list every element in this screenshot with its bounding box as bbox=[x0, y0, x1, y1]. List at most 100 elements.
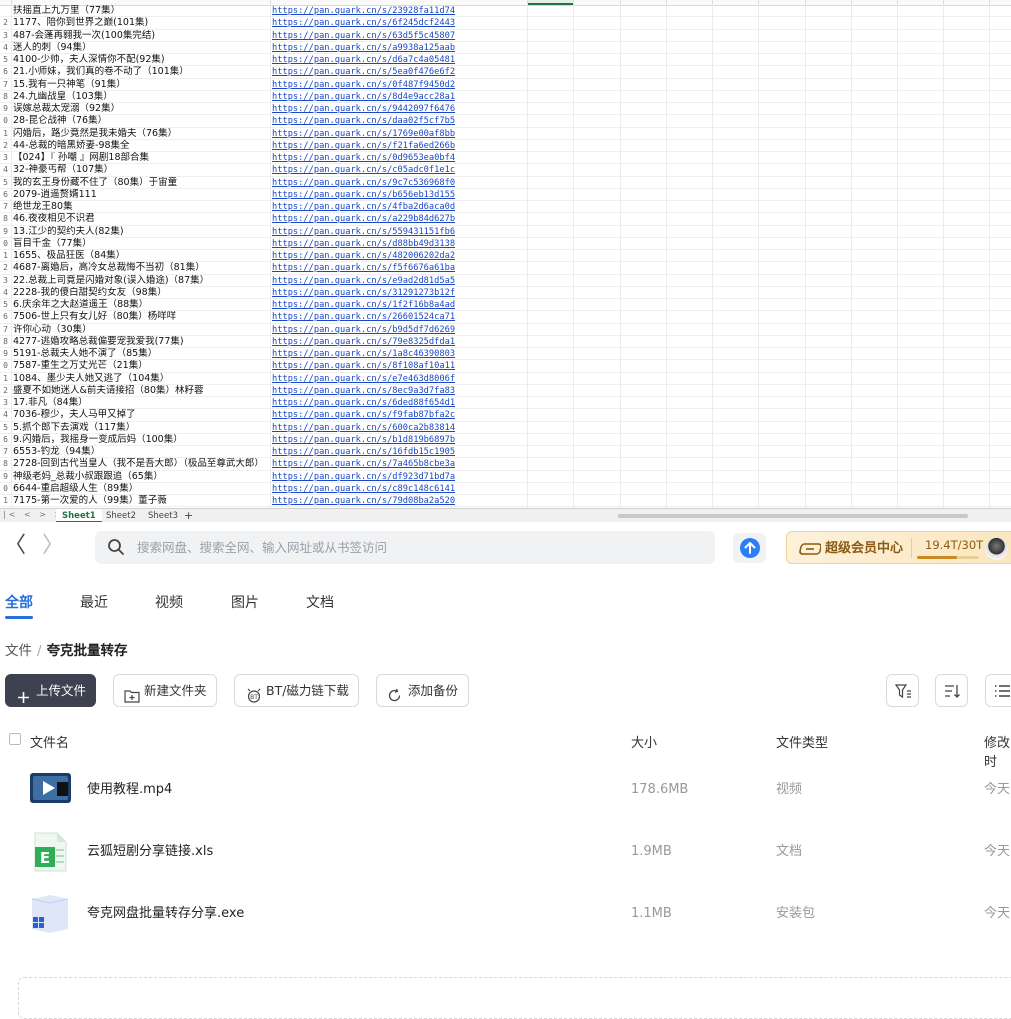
video-icon bbox=[30, 772, 72, 808]
file-size: 178.6MB bbox=[631, 782, 689, 797]
upload-file-label: 上传文件 bbox=[36, 683, 87, 698]
sheet-row[interactable]: 4 2228-我的傻白甜契约女友（98集） https://pan.quark.cn… bbox=[0, 287, 1011, 299]
sheet-row[interactable]: 9 5191-总裁夫人她不演了（85集） https://pan.quark.cn/… bbox=[0, 348, 1011, 361]
sheet-row[interactable]: 0 盲目千金（77集） https://pan.quark.cn/s/d88bb49… bbox=[0, 238, 1011, 250]
filter-button[interactable] bbox=[886, 674, 919, 707]
sheet-row[interactable]: 0 7587-重生之万丈光芒（21集） https://pan.quark.cn/s… bbox=[0, 360, 1011, 373]
sheet-row[interactable]: 2 4687-离婚后，高冷女总裁悔不当初（81集） https://pan.quar… bbox=[0, 262, 1011, 275]
sheet-row[interactable]: 8 4277-逃婚攻略总裁偏要宠我爱我(77集) https://pan.quark… bbox=[0, 336, 1011, 348]
tab-image[interactable]: 图片 bbox=[231, 592, 259, 612]
search-icon bbox=[107, 538, 125, 560]
sort-icon bbox=[944, 684, 961, 703]
excel-icon: E bbox=[33, 832, 67, 876]
tab-video[interactable]: 视频 bbox=[155, 592, 183, 612]
add-backup-label: 添加备份 bbox=[408, 683, 459, 698]
sheet-row[interactable]: 1 7175-第一次爱的人（99集）董子薇 https://pan.quark.cn… bbox=[0, 495, 1011, 508]
sheet-row[interactable]: 8 46.夜夜相见不识君 https://pan.quark.cn/s/a229b8… bbox=[0, 213, 1011, 226]
sheet-row[interactable]: 6 21.小师妹，我们真的卷不动了（101集） https://pan.quark.… bbox=[0, 66, 1011, 79]
table-row[interactable]: 夸克网盘批量转存分享.exe 1.1MB 安装包 今天 bbox=[0, 883, 1011, 945]
breadcrumb-root[interactable]: 文件 bbox=[5, 643, 32, 659]
sheet-row[interactable]: 扶摇直上九万里（77集） https://pan.quark.cn/s/23928… bbox=[0, 5, 1011, 18]
sheet-row[interactable]: 3 【024】『 孙嘲 』网剧18部合集 https://pan.quark.cn/… bbox=[0, 152, 1011, 165]
add-backup-button[interactable]: 添加备份 bbox=[376, 674, 469, 707]
breadcrumb-current: 夸克批量转存 bbox=[46, 643, 128, 659]
table-row[interactable]: E 云狐短剧分享链接.xls 1.9MB 文档 今天 bbox=[0, 821, 1011, 883]
file-name[interactable]: 夸克网盘批量转存分享.exe bbox=[87, 883, 244, 945]
horizontal-scrollbar[interactable] bbox=[598, 513, 1008, 519]
sheet-row[interactable]: 3 487-会蓬再翱我一次(100集完结) https://pan.quark.cn… bbox=[0, 30, 1011, 42]
sheet-tab-3[interactable]: Sheet3 bbox=[142, 509, 184, 522]
bt-magnet-label: BT/磁力链下载 bbox=[266, 683, 349, 698]
tab-recent[interactable]: 最近 bbox=[80, 592, 108, 612]
sheet-row[interactable]: 7 绝世龙王80集 https://pan.quark.cn/s/4fba2d6ac… bbox=[0, 201, 1011, 214]
avatar[interactable] bbox=[985, 537, 1008, 560]
vip-center-button[interactable]: 超级会员中心 19.4T/30T bbox=[786, 531, 1011, 564]
sheet-row[interactable]: 1 闪婚后，路少竟然是我未婚夫（76集） https://pan.quark.cn/… bbox=[0, 128, 1011, 140]
sheet-row[interactable]: 2 1177、陪你到世界之巅(101集) https://pan.quark.cn/… bbox=[0, 17, 1011, 30]
tab-document[interactable]: 文档 bbox=[306, 592, 334, 612]
view-toggle-button[interactable] bbox=[985, 674, 1011, 707]
file-modified: 今天 bbox=[984, 906, 1011, 921]
sheet-row[interactable]: 9 13.江少的契约夫人(82集) https://pan.quark.cn/s/5… bbox=[0, 226, 1011, 238]
file-size: 1.1MB bbox=[631, 906, 672, 921]
spreadsheet-window: 扶摇直上九万里（77集） https://pan.quark.cn/s/23928… bbox=[0, 0, 1011, 522]
sheet-row[interactable]: 5 6.庆余年之大赵道遥王（88集） https://pan.quark.cn/s/… bbox=[0, 299, 1011, 312]
file-type: 文档 bbox=[776, 844, 803, 859]
table-row[interactable]: 使用教程.mp4 178.6MB 视频 今天 bbox=[0, 759, 1011, 821]
file-modified: 今天 bbox=[984, 844, 1011, 859]
sheet-row[interactable]: 2 盛夏不如她迷人&前夫请接招（80集）林籽蓉 https://pan.quark.… bbox=[0, 385, 1011, 397]
sort-button[interactable] bbox=[935, 674, 968, 707]
search-bar[interactable]: 搜索网盘、搜索全网、输入网址或从书签访问 bbox=[95, 531, 715, 564]
sheet-row[interactable]: 3 22.总裁上司竟是闪婚对象(误入婚途)（87集） https://pan.qua… bbox=[0, 275, 1011, 287]
file-modified: 今天 bbox=[984, 782, 1011, 797]
sheet-row[interactable]: 7 15.我有一只神笔（91集） https://pan.quark.cn/s/0f… bbox=[0, 79, 1011, 91]
sheet-row[interactable]: 9 误嫁总裁太宠溺（92集） https://pan.quark.cn/s/9442… bbox=[0, 103, 1011, 116]
select-all-checkbox[interactable] bbox=[9, 733, 21, 745]
sheet-row[interactable]: 5 我的玄王身份藏不住了（80集）于宙童 https://pan.quark.cn/… bbox=[0, 177, 1011, 189]
back-button[interactable]: 〈 bbox=[4, 534, 26, 558]
sheet-tab-bar: |< < > >| Sheet1 Sheet2 Sheet3 + bbox=[0, 508, 1011, 522]
sheet-tab-1[interactable]: Sheet1 bbox=[56, 509, 102, 522]
new-folder-button[interactable]: 新建文件夹 bbox=[113, 674, 217, 707]
sheet-row[interactable]: 3 17.非凡（84集） https://pan.quark.cn/s/6ded88… bbox=[0, 397, 1011, 410]
sheet-row[interactable]: 6 9.闪婚后，我摇身一变成后妈（100集） https://pan.quark.c… bbox=[0, 434, 1011, 446]
storage-progress bbox=[917, 556, 979, 559]
sheet-row[interactable]: 6 2079-逍遥赘婿111 https://pan.quark.cn/s/b656… bbox=[0, 189, 1011, 201]
sheet-row[interactable]: 4 迷人的刺（94集） https://pan.quark.cn/s/a9938a1… bbox=[0, 42, 1011, 54]
file-type: 安装包 bbox=[776, 906, 816, 921]
add-sheet-button[interactable]: + bbox=[184, 509, 193, 522]
sheet-row[interactable]: 9 神级老妈_总裁小叔跟跟追（65集） https://pan.quark.cn/s… bbox=[0, 471, 1011, 483]
drop-zone[interactable] bbox=[18, 977, 1011, 1019]
sheet-row[interactable]: 7 许你心动（30集） https://pan.quark.cn/s/b9d5df7… bbox=[0, 324, 1011, 336]
sheet-tab-2[interactable]: Sheet2 bbox=[100, 509, 142, 522]
upload-file-button[interactable]: 上传文件 bbox=[5, 674, 96, 707]
sheet-row[interactable]: 1 1084、墨少夫人她又逃了（104集） https://pan.quark.cn… bbox=[0, 373, 1011, 385]
tab-all[interactable]: 全部 bbox=[5, 592, 33, 612]
sheet-row[interactable]: 4 7036-穆少，夫人马甲又掉了 https://pan.quark.cn/s/f… bbox=[0, 409, 1011, 422]
sheet-row[interactable]: 2 44-总裁的暗黑娇妻-98集全 https://pan.quark.cn/s/f… bbox=[0, 140, 1011, 152]
sheet-row[interactable]: 7 6553-钓龙（94集） https://pan.quark.cn/s/16fd… bbox=[0, 446, 1011, 459]
forward-button[interactable]: 〉 bbox=[42, 534, 64, 558]
sheet-row[interactable]: 4 32-神豪丐帮（107集） https://pan.quark.cn/s/c05… bbox=[0, 164, 1011, 177]
file-name[interactable]: 使用教程.mp4 bbox=[87, 759, 172, 821]
sheet-row[interactable]: 8 24.九幽战皇（103集） https://pan.quark.cn/s/8d4… bbox=[0, 91, 1011, 103]
sheet-row[interactable]: 0 6644-重启超级人生（89集） https://pan.quark.cn/s/… bbox=[0, 483, 1011, 495]
scrollbar-thumb[interactable] bbox=[618, 514, 968, 518]
column-header-type[interactable]: 文件类型 bbox=[776, 732, 828, 751]
column-header-name[interactable]: 文件名 bbox=[30, 732, 69, 751]
sheet-row[interactable]: 5 5.抓个郎下去演戏（117集） https://pan.quark.cn/s/6… bbox=[0, 422, 1011, 434]
column-header-size[interactable]: 大小 bbox=[631, 732, 657, 751]
transfer-button[interactable] bbox=[733, 533, 766, 563]
file-name[interactable]: 云狐短剧分享链接.xls bbox=[87, 821, 213, 883]
sheet-row[interactable]: 6 7506-世上只有女儿好（80集）杨咩咩 https://pan.quark.c… bbox=[0, 311, 1011, 324]
sheet-row[interactable]: 8 2728-回到古代当皇人（我不是吾大郎）（极品至尊武大郎） https://pa… bbox=[0, 458, 1011, 471]
sheet-row[interactable]: 5 4100-少帅，夫人深情你不配(92集) https://pan.quark.c… bbox=[0, 54, 1011, 67]
storage-progress-fill bbox=[917, 556, 958, 559]
svg-text:BT: BT bbox=[250, 694, 258, 701]
exe-icon bbox=[30, 895, 70, 937]
sheet-row[interactable]: 1 1655、极品狂医（84集） https://pan.quark.cn/s/48… bbox=[0, 250, 1011, 263]
sheet-row[interactable]: 0 28-昆仑战神（76集） https://pan.quark.cn/s/daa0… bbox=[0, 115, 1011, 128]
svg-text:E: E bbox=[40, 849, 50, 867]
bt-magnet-button[interactable]: BT BT/磁力链下载 bbox=[234, 674, 359, 707]
storage-quota: 19.4T/30T bbox=[925, 538, 984, 552]
